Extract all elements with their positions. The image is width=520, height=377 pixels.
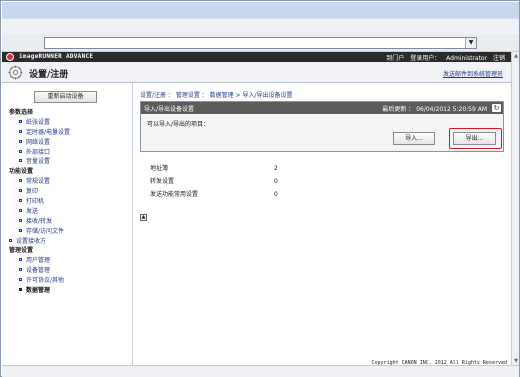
table-row: 地址簿 2 (150, 162, 320, 175)
browser-title-bar (2, 2, 519, 18)
browser-window: ▼ imageRUNNER ADVANCE 到门户 登录用户： Administ… (0, 0, 520, 377)
last-updated: 最后更新 ： 06/04/2012 5:20:59 AM (382, 106, 487, 113)
sidebar-item-label: 定时器/电量设置 (26, 128, 71, 136)
sidebar-item-printer[interactable]: 打印机 (2, 197, 133, 207)
sidebar-item-label: 设置接收方 (16, 237, 47, 245)
product-name: imageRUNNER ADVANCE (19, 53, 94, 60)
item-count: 2 (274, 165, 278, 172)
logout-link[interactable]: 注销 (493, 55, 505, 62)
scroll-up-icon[interactable]: ▲ (512, 52, 520, 60)
bullet-icon (19, 218, 22, 222)
bullet-icon (19, 268, 22, 272)
sidebar-nav: 参数选择 纸张设置 定时器/电量设置 网络设置 外部接口 音量设置 功能设置 常… (2, 108, 133, 296)
bullet-icon (19, 129, 22, 133)
panel-subtitle: 可以导入/导出的项目： (147, 121, 210, 128)
remote-ui-app: imageRUNNER ADVANCE 到门户 登录用户： Administra… (2, 52, 511, 366)
sidebar-item-label: 网络设置 (26, 138, 51, 146)
scroll-down-icon[interactable]: ▼ (512, 357, 520, 365)
email-admin-link[interactable]: 发送邮件到系统管理员 (443, 69, 503, 78)
sidebar-item-receive-forward[interactable]: 接收/转发 (2, 217, 133, 227)
sidebar-item-label: 许可协议/其他 (26, 277, 65, 285)
nav-heading-management: 管理设置 (9, 247, 34, 255)
nav-heading-function-settings: 功能设置 (9, 168, 34, 176)
item-name: 地址簿 (150, 165, 169, 172)
brand-bar: imageRUNNER ADVANCE 到门户 登录用户： Administra… (2, 52, 511, 62)
bullet-icon (19, 149, 22, 153)
page-title-bar: 设置/注册 发送邮件到系统管理员 (2, 62, 511, 83)
sidebar-item-destination[interactable]: 设置接收方 (2, 237, 133, 247)
bullet-icon (19, 208, 22, 212)
address-row: ▼ (2, 34, 519, 52)
bullet-icon (19, 159, 22, 163)
refresh-icon[interactable]: ↻ (492, 104, 501, 112)
bullet-icon (19, 278, 22, 282)
bullet-icon (19, 179, 22, 183)
table-row: 发送功能常用设置 0 (150, 188, 320, 201)
item-name: 转发设置 (150, 178, 175, 185)
bullet-icon (19, 228, 22, 232)
import-button[interactable]: 导入... (393, 132, 435, 145)
sidebar-item-label: 发送 (26, 207, 39, 215)
sidebar-item-store-access-files[interactable]: 存储/访问文件 (2, 227, 133, 237)
sidebar-item-label: 常规设置 (26, 178, 51, 186)
breadcrumb[interactable]: 设置/注册 ： 管理设置 ： 数据管理 > 导入/导出设备设置 (140, 90, 293, 99)
items-table: 地址簿 2 转发设置 0 发送功能常用设置 0 (150, 162, 320, 201)
page-title: 设置/注册 (29, 70, 69, 80)
export-button[interactable]: 导出... (453, 132, 496, 145)
sidebar-item-label: 外部接口 (26, 148, 51, 156)
bullet-icon (19, 119, 22, 123)
sidebar-item-copy[interactable]: 复印 (2, 187, 133, 197)
sidebar-item-label: 复印 (26, 188, 39, 196)
sidebar-item-common[interactable]: 常规设置 (2, 177, 133, 187)
table-row: 转发设置 0 (150, 175, 320, 188)
sidebar-item-user-management[interactable]: 用户管理 (2, 256, 133, 266)
panel-title: 导入/导出设备设置 (144, 106, 195, 113)
sidebar-item-network[interactable]: 网络设置 (2, 138, 133, 148)
import-export-panel: 导入/导出设备设置 最后更新 ： 06/04/2012 5:20:59 AM ↻… (140, 101, 504, 152)
sidebar-item-device-management[interactable]: 设备管理 (2, 266, 133, 276)
address-bar[interactable]: ▼ (44, 37, 477, 49)
browser-toolbar (2, 18, 519, 34)
sidebar-item-paper-settings[interactable]: 纸张设置 (2, 118, 133, 128)
bullet-icon (19, 199, 22, 203)
panel-header: 导入/导出设备设置 最后更新 ： 06/04/2012 5:20:59 AM ↻ (141, 102, 503, 114)
sidebar-item-label: 用户管理 (26, 257, 51, 265)
settings-gear-icon (8, 65, 23, 80)
browser-status-bar (2, 365, 519, 377)
sidebar-item-send[interactable]: 发送 (2, 207, 133, 217)
sidebar-item-external-interface[interactable]: 外部接口 (2, 148, 133, 158)
sidebar-item-label: 打印机 (26, 198, 45, 206)
bullet-icon (19, 139, 22, 143)
sidebar-item-label: 数据管理 (26, 287, 51, 295)
bullet-icon (19, 288, 22, 292)
sidebar-item-license-other[interactable]: 许可协议/其他 (2, 276, 133, 286)
item-count: 0 (274, 178, 278, 185)
sidebar-item-timer-energy[interactable]: 定时器/电量设置 (2, 128, 133, 138)
login-user-name: Administrator (446, 55, 488, 62)
sidebar-item-label: 设备管理 (26, 267, 51, 275)
bullet-icon (9, 238, 12, 242)
back-to-top-icon[interactable]: ▲ (140, 214, 147, 221)
nav-heading-preferences: 参数选择 (9, 109, 34, 116)
address-dropdown-icon[interactable]: ▼ (465, 38, 476, 48)
portal-link[interactable]: 到门户 (386, 55, 404, 62)
login-user-label: 登录用户： (410, 55, 441, 62)
sidebar: 重新启动设备 参数选择 纸张设置 定时器/电量设置 网络设置 外部接口 音量设置… (2, 83, 133, 365)
vertical-scrollbar[interactable]: ▲ ▼ (511, 52, 519, 365)
sidebar-item-label: 纸张设置 (26, 118, 51, 126)
bullet-icon (19, 189, 22, 193)
bullet-icon (19, 258, 22, 262)
sidebar-item-data-management[interactable]: 数据管理 (2, 286, 133, 296)
sidebar-item-label: 音量设置 (26, 158, 51, 166)
item-count: 0 (274, 191, 278, 198)
brand-user-area: 到门户 登录用户： Administrator 注销 (382, 53, 505, 62)
canon-logo-icon (6, 53, 14, 61)
sidebar-item-label: 接收/转发 (26, 217, 53, 225)
sidebar-item-volume[interactable]: 音量设置 (2, 157, 133, 167)
main-content: 设置/注册 ： 管理设置 ： 数据管理 > 导入/导出设备设置 导入/导出设备设… (136, 83, 511, 366)
item-name: 发送功能常用设置 (150, 191, 199, 198)
sidebar-item-label: 存储/访问文件 (26, 227, 65, 235)
restart-device-button[interactable]: 重新启动设备 (34, 91, 97, 103)
